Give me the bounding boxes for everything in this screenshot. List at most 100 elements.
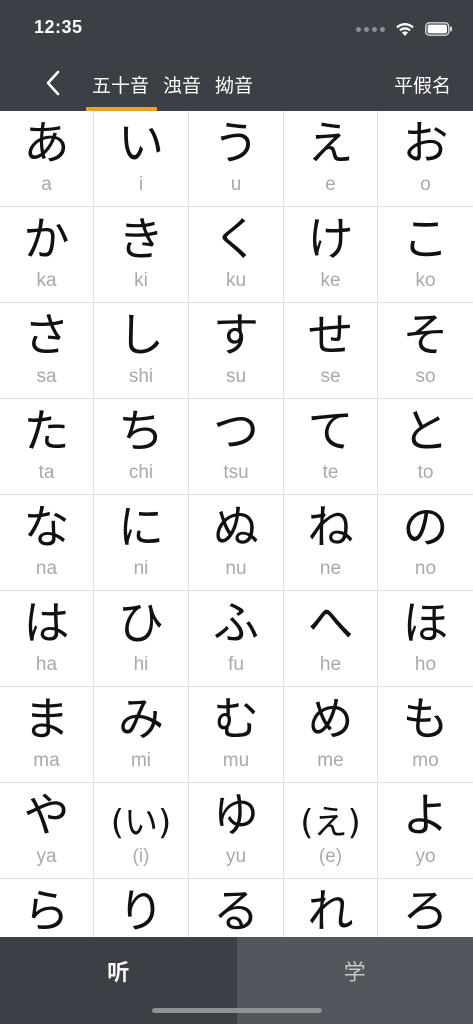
kana-cell[interactable]: れre xyxy=(284,879,378,937)
kana-cell[interactable]: や ya xyxy=(0,783,94,879)
kana-character: つ xyxy=(213,404,259,458)
kana-cell[interactable]: み mi xyxy=(94,687,189,783)
kana-cell[interactable]: た ta xyxy=(0,399,94,495)
kana-cell[interactable]: らra xyxy=(0,879,94,937)
kana-cell[interactable]: よ yo xyxy=(378,783,473,879)
kana-romaji: me xyxy=(317,750,344,771)
kana-grid: あ a い i う u え e お o か ka き ki く ku け ke こ ko さ sa し shi す su せ se そ s… xyxy=(0,111,473,937)
kana-cell[interactable]: く ku xyxy=(189,207,284,303)
kana-character: し xyxy=(118,308,164,362)
kana-character: く xyxy=(213,212,259,266)
kana-romaji: chi xyxy=(128,462,154,483)
tab-youon[interactable]: 拗音 xyxy=(209,58,261,111)
kana-character: り xyxy=(118,884,164,937)
kana-character: ふ xyxy=(213,596,259,650)
tab-dakuon[interactable]: 浊音 xyxy=(157,58,209,111)
kana-romaji: (i) xyxy=(132,846,150,867)
kana-character: す xyxy=(213,308,259,362)
kana-romaji: te xyxy=(322,462,339,483)
kana-cell[interactable]: (い) (i) xyxy=(94,783,189,879)
kana-cell[interactable]: て te xyxy=(284,399,378,495)
kana-cell[interactable]: き ki xyxy=(94,207,189,303)
kana-character: ろ xyxy=(402,884,449,937)
kana-romaji: mo xyxy=(412,750,439,771)
kana-character: や xyxy=(23,788,70,842)
chevron-left-icon xyxy=(46,70,60,96)
kana-character: ら xyxy=(23,884,70,937)
kana-character: ち xyxy=(118,404,164,458)
kana-character: と xyxy=(402,404,449,458)
kana-cell[interactable]: いi xyxy=(94,111,189,207)
kana-cell[interactable]: と to xyxy=(378,399,473,495)
kana-character: む xyxy=(213,692,259,746)
kana-cell[interactable]: す su xyxy=(189,303,284,399)
kana-romaji: (e) xyxy=(318,846,343,867)
kana-cell[interactable]: ぬ nu xyxy=(189,495,284,591)
kana-cell[interactable]: ゆ yu xyxy=(189,783,284,879)
kana-cell[interactable]: の no xyxy=(378,495,473,591)
kana-character: の xyxy=(402,500,449,554)
kana-cell[interactable]: (え) (e) xyxy=(284,783,378,879)
kana-cell[interactable]: は ha xyxy=(0,591,94,687)
kana-cell[interactable]: し shi xyxy=(94,303,189,399)
kana-character: ぬ xyxy=(213,500,259,554)
kana-romaji: hi xyxy=(133,654,149,675)
kana-cell[interactable]: ね ne xyxy=(284,495,378,591)
kana-cell[interactable]: さ sa xyxy=(0,303,94,399)
kana-romaji: na xyxy=(35,558,58,579)
kana-cell[interactable]: け ke xyxy=(284,207,378,303)
kana-romaji: ne xyxy=(319,558,342,579)
kana-cell[interactable]: に ni xyxy=(94,495,189,591)
battery-icon xyxy=(425,22,452,36)
kana-cell[interactable]: そ so xyxy=(378,303,473,399)
kana-character: せ xyxy=(307,308,354,362)
kana-cell[interactable]: な na xyxy=(0,495,94,591)
kana-character: お xyxy=(402,116,449,170)
kana-cell[interactable]: ま ma xyxy=(0,687,94,783)
header: 12:35 五十音 浊音 拗音 平假名 xyxy=(0,0,473,111)
kana-character: は xyxy=(23,596,70,650)
tab-gojuon[interactable]: 五十音 xyxy=(86,58,158,111)
kana-character: (い) xyxy=(110,803,172,843)
kana-cell[interactable]: えe xyxy=(284,111,378,207)
kana-cell[interactable]: せ se xyxy=(284,303,378,399)
kana-cell[interactable]: るru xyxy=(189,879,284,937)
kana-character: う xyxy=(213,116,259,170)
kana-romaji: se xyxy=(320,366,341,387)
kana-cell[interactable]: ひ hi xyxy=(94,591,189,687)
kana-character: に xyxy=(118,500,164,554)
kana-cell[interactable]: ち chi xyxy=(94,399,189,495)
kana-cell[interactable]: も mo xyxy=(378,687,473,783)
kana-romaji: ha xyxy=(35,654,58,675)
wifi-icon xyxy=(396,22,414,36)
kana-character: ほ xyxy=(402,596,449,650)
top-nav: 五十音 浊音 拗音 平假名 xyxy=(0,58,473,111)
kana-romaji: fu xyxy=(228,654,244,675)
kana-romaji: mu xyxy=(222,750,250,771)
kana-cell[interactable]: あa xyxy=(0,111,94,207)
kana-cell[interactable]: つ tsu xyxy=(189,399,284,495)
kana-cell[interactable]: うu xyxy=(189,111,284,207)
kana-romaji: u xyxy=(230,174,242,195)
kana-cell[interactable]: こ ko xyxy=(378,207,473,303)
kana-cell[interactable]: む mu xyxy=(189,687,284,783)
kana-romaji: ho xyxy=(414,654,437,675)
script-toggle-hiragana[interactable]: 平假名 xyxy=(394,58,451,111)
kana-cell[interactable]: ほ ho xyxy=(378,591,473,687)
kana-character: へ xyxy=(307,596,354,650)
kana-cell[interactable]: へ he xyxy=(284,591,378,687)
status-time: 12:35 xyxy=(34,17,83,37)
back-button[interactable] xyxy=(38,66,68,100)
kana-cell[interactable]: め me xyxy=(284,687,378,783)
kana-character: な xyxy=(23,500,70,554)
kana-cell[interactable]: か ka xyxy=(0,207,94,303)
kana-cell[interactable]: おo xyxy=(378,111,473,207)
kana-romaji: o xyxy=(420,174,431,195)
kana-romaji: ke xyxy=(320,270,341,291)
kana-character: こ xyxy=(402,212,449,266)
kana-romaji: yo xyxy=(415,846,436,867)
kana-cell[interactable]: ろro xyxy=(378,879,473,937)
kana-cell[interactable]: りri xyxy=(94,879,189,937)
kana-cell[interactable]: ふ fu xyxy=(189,591,284,687)
cellular-signal-icon xyxy=(356,26,385,32)
